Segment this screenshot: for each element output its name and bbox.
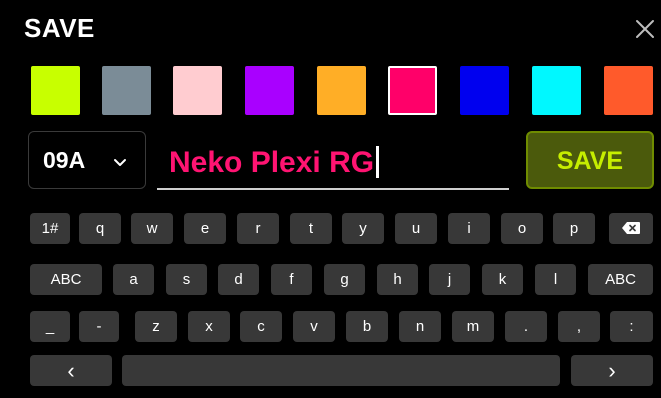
color-swatch-blue[interactable] <box>460 66 509 115</box>
key-a[interactable]: a <box>113 264 154 295</box>
key-v[interactable]: v <box>293 311 335 342</box>
color-swatch-pink[interactable] <box>173 66 222 115</box>
chevron-down-icon <box>113 155 127 173</box>
key-b[interactable]: b <box>346 311 388 342</box>
backspace-key[interactable] <box>609 213 653 244</box>
key-f[interactable]: f <box>271 264 312 295</box>
color-swatch-orange[interactable] <box>317 66 366 115</box>
preset-name-input[interactable]: Neko Plexi RG <box>157 140 509 190</box>
key-s[interactable]: s <box>166 264 207 295</box>
cursor-right-key[interactable]: › <box>571 355 653 386</box>
bank-select[interactable]: 09A <box>28 131 146 189</box>
close-icon[interactable] <box>634 18 656 40</box>
key-j[interactable]: j <box>429 264 470 295</box>
key-n[interactable]: n <box>399 311 441 342</box>
bank-value: 09A <box>43 147 86 173</box>
key-i[interactable]: i <box>448 213 490 244</box>
key-y[interactable]: y <box>342 213 384 244</box>
key-h[interactable]: h <box>377 264 418 295</box>
save-button-label: SAVE <box>556 147 624 175</box>
key-u[interactable]: u <box>395 213 437 244</box>
color-swatch-cyan[interactable] <box>532 66 581 115</box>
color-swatch-lime[interactable] <box>31 66 80 115</box>
key-period[interactable]: . <box>505 311 547 342</box>
key-r[interactable]: r <box>237 213 279 244</box>
backspace-icon <box>622 222 640 234</box>
preset-name-text: Neko Plexi RG <box>169 146 375 179</box>
key-l[interactable]: l <box>535 264 576 295</box>
key-e[interactable]: e <box>184 213 226 244</box>
key-t[interactable]: t <box>290 213 332 244</box>
save-button[interactable]: SAVE <box>526 131 654 189</box>
key-d[interactable]: d <box>218 264 259 295</box>
key-abc-right[interactable]: ABC <box>588 264 653 295</box>
key-abc-left[interactable]: ABC <box>30 264 102 295</box>
key-hyphen[interactable]: - <box>79 311 119 342</box>
key-q[interactable]: q <box>79 213 121 244</box>
key-p[interactable]: p <box>553 213 595 244</box>
color-swatch-gray[interactable] <box>102 66 151 115</box>
key-x[interactable]: x <box>188 311 230 342</box>
text-cursor <box>376 146 380 178</box>
color-swatch-purple[interactable] <box>245 66 294 115</box>
key-comma[interactable]: , <box>558 311 600 342</box>
dialog-title: SAVE <box>24 13 95 43</box>
key-k[interactable]: k <box>482 264 523 295</box>
key-m[interactable]: m <box>452 311 494 342</box>
key-w[interactable]: w <box>131 213 173 244</box>
key-z[interactable]: z <box>135 311 177 342</box>
color-swatch-red-orange[interactable] <box>604 66 653 115</box>
key-g[interactable]: g <box>324 264 365 295</box>
key-o[interactable]: o <box>501 213 543 244</box>
cursor-left-key[interactable]: ‹ <box>30 355 112 386</box>
key-symbols[interactable]: 1# <box>30 213 70 244</box>
key-c[interactable]: c <box>240 311 282 342</box>
color-swatch-magenta[interactable] <box>388 66 437 115</box>
key-underscore[interactable]: _ <box>30 311 70 342</box>
key-colon[interactable]: : <box>610 311 653 342</box>
space-key[interactable] <box>122 355 560 386</box>
